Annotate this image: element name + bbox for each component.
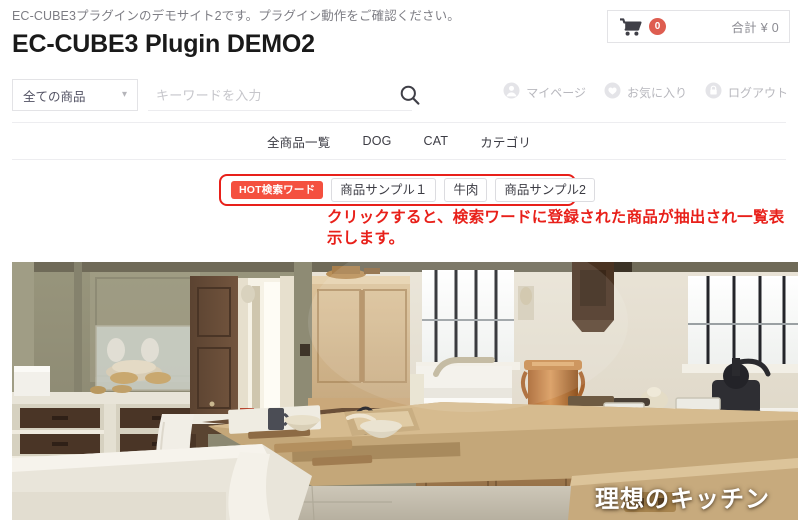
person-icon bbox=[503, 82, 520, 102]
page-header: EC-CUBE3プラグインのデモサイト2です。プラグイン動作をご確認ください。 … bbox=[0, 0, 798, 68]
cart-badge-count: 0 bbox=[649, 18, 666, 35]
hot-word-button-3[interactable]: 商品サンプル2 bbox=[495, 177, 595, 203]
category-select[interactable]: 全ての商品 ▾ bbox=[12, 79, 138, 111]
main-navigation: 全商品一覧 DOG CAT カテゴリ bbox=[12, 122, 786, 160]
chevron-down-icon: ▾ bbox=[121, 89, 127, 100]
account-link-mypage[interactable]: マイページ bbox=[503, 82, 586, 102]
search-icon bbox=[398, 83, 422, 107]
account-link-label: マイページ bbox=[526, 85, 586, 100]
nav-list: 全商品一覧 DOG CAT カテゴリ bbox=[267, 132, 531, 151]
hot-search-badge[interactable]: HOT検索ワード bbox=[231, 180, 324, 200]
hot-word-button-1[interactable]: 商品サンプル１ bbox=[331, 177, 437, 203]
lock-icon bbox=[705, 82, 722, 102]
shopping-cart-icon bbox=[620, 17, 642, 36]
hero-banner[interactable]: 理想のキッチン bbox=[12, 262, 798, 520]
account-links: マイページ お気に入り ログアウト bbox=[503, 82, 788, 102]
account-link-favorite[interactable]: お気に入り bbox=[604, 82, 687, 102]
cart-total-label: 合計 ¥ 0 bbox=[731, 21, 779, 35]
search-input[interactable]: キーワードを入力 bbox=[148, 85, 262, 104]
hot-search-word-box: HOT検索ワード 商品サンプル１ 牛肉 商品サンプル2 bbox=[219, 174, 595, 206]
hot-search-section: HOT検索ワード 商品サンプル１ 牛肉 商品サンプル2 クリックすると、検索ワー… bbox=[0, 160, 798, 247]
search-bar: 全ての商品 ▾ キーワードを入力 マイページ お気に入り ログアウト bbox=[0, 68, 798, 122]
category-select-value: 全ての商品 bbox=[23, 89, 86, 104]
nav-item-dog[interactable]: DOG bbox=[362, 134, 391, 148]
account-link-label: ログアウト bbox=[727, 85, 788, 100]
hero-caption: 理想のキッチン bbox=[595, 486, 770, 513]
search-field[interactable]: キーワードを入力 bbox=[148, 79, 420, 111]
nav-item-cat[interactable]: CAT bbox=[424, 134, 449, 148]
account-link-label: お気に入り bbox=[626, 85, 687, 100]
nav-item-all-products[interactable]: 全商品一覧 bbox=[267, 132, 331, 151]
search-button[interactable] bbox=[398, 83, 422, 107]
nav-item-category[interactable]: カテゴリ bbox=[480, 132, 531, 151]
hot-word-button-2[interactable]: 牛肉 bbox=[444, 177, 488, 203]
cart-summary[interactable]: 0 合計 ¥ 0 bbox=[607, 10, 790, 43]
account-link-logout[interactable]: ログアウト bbox=[705, 82, 788, 102]
heart-icon bbox=[604, 82, 621, 102]
annotation-text: クリックすると、検索ワードに登録された商品が抽出され一覧表示します。 bbox=[327, 209, 785, 247]
